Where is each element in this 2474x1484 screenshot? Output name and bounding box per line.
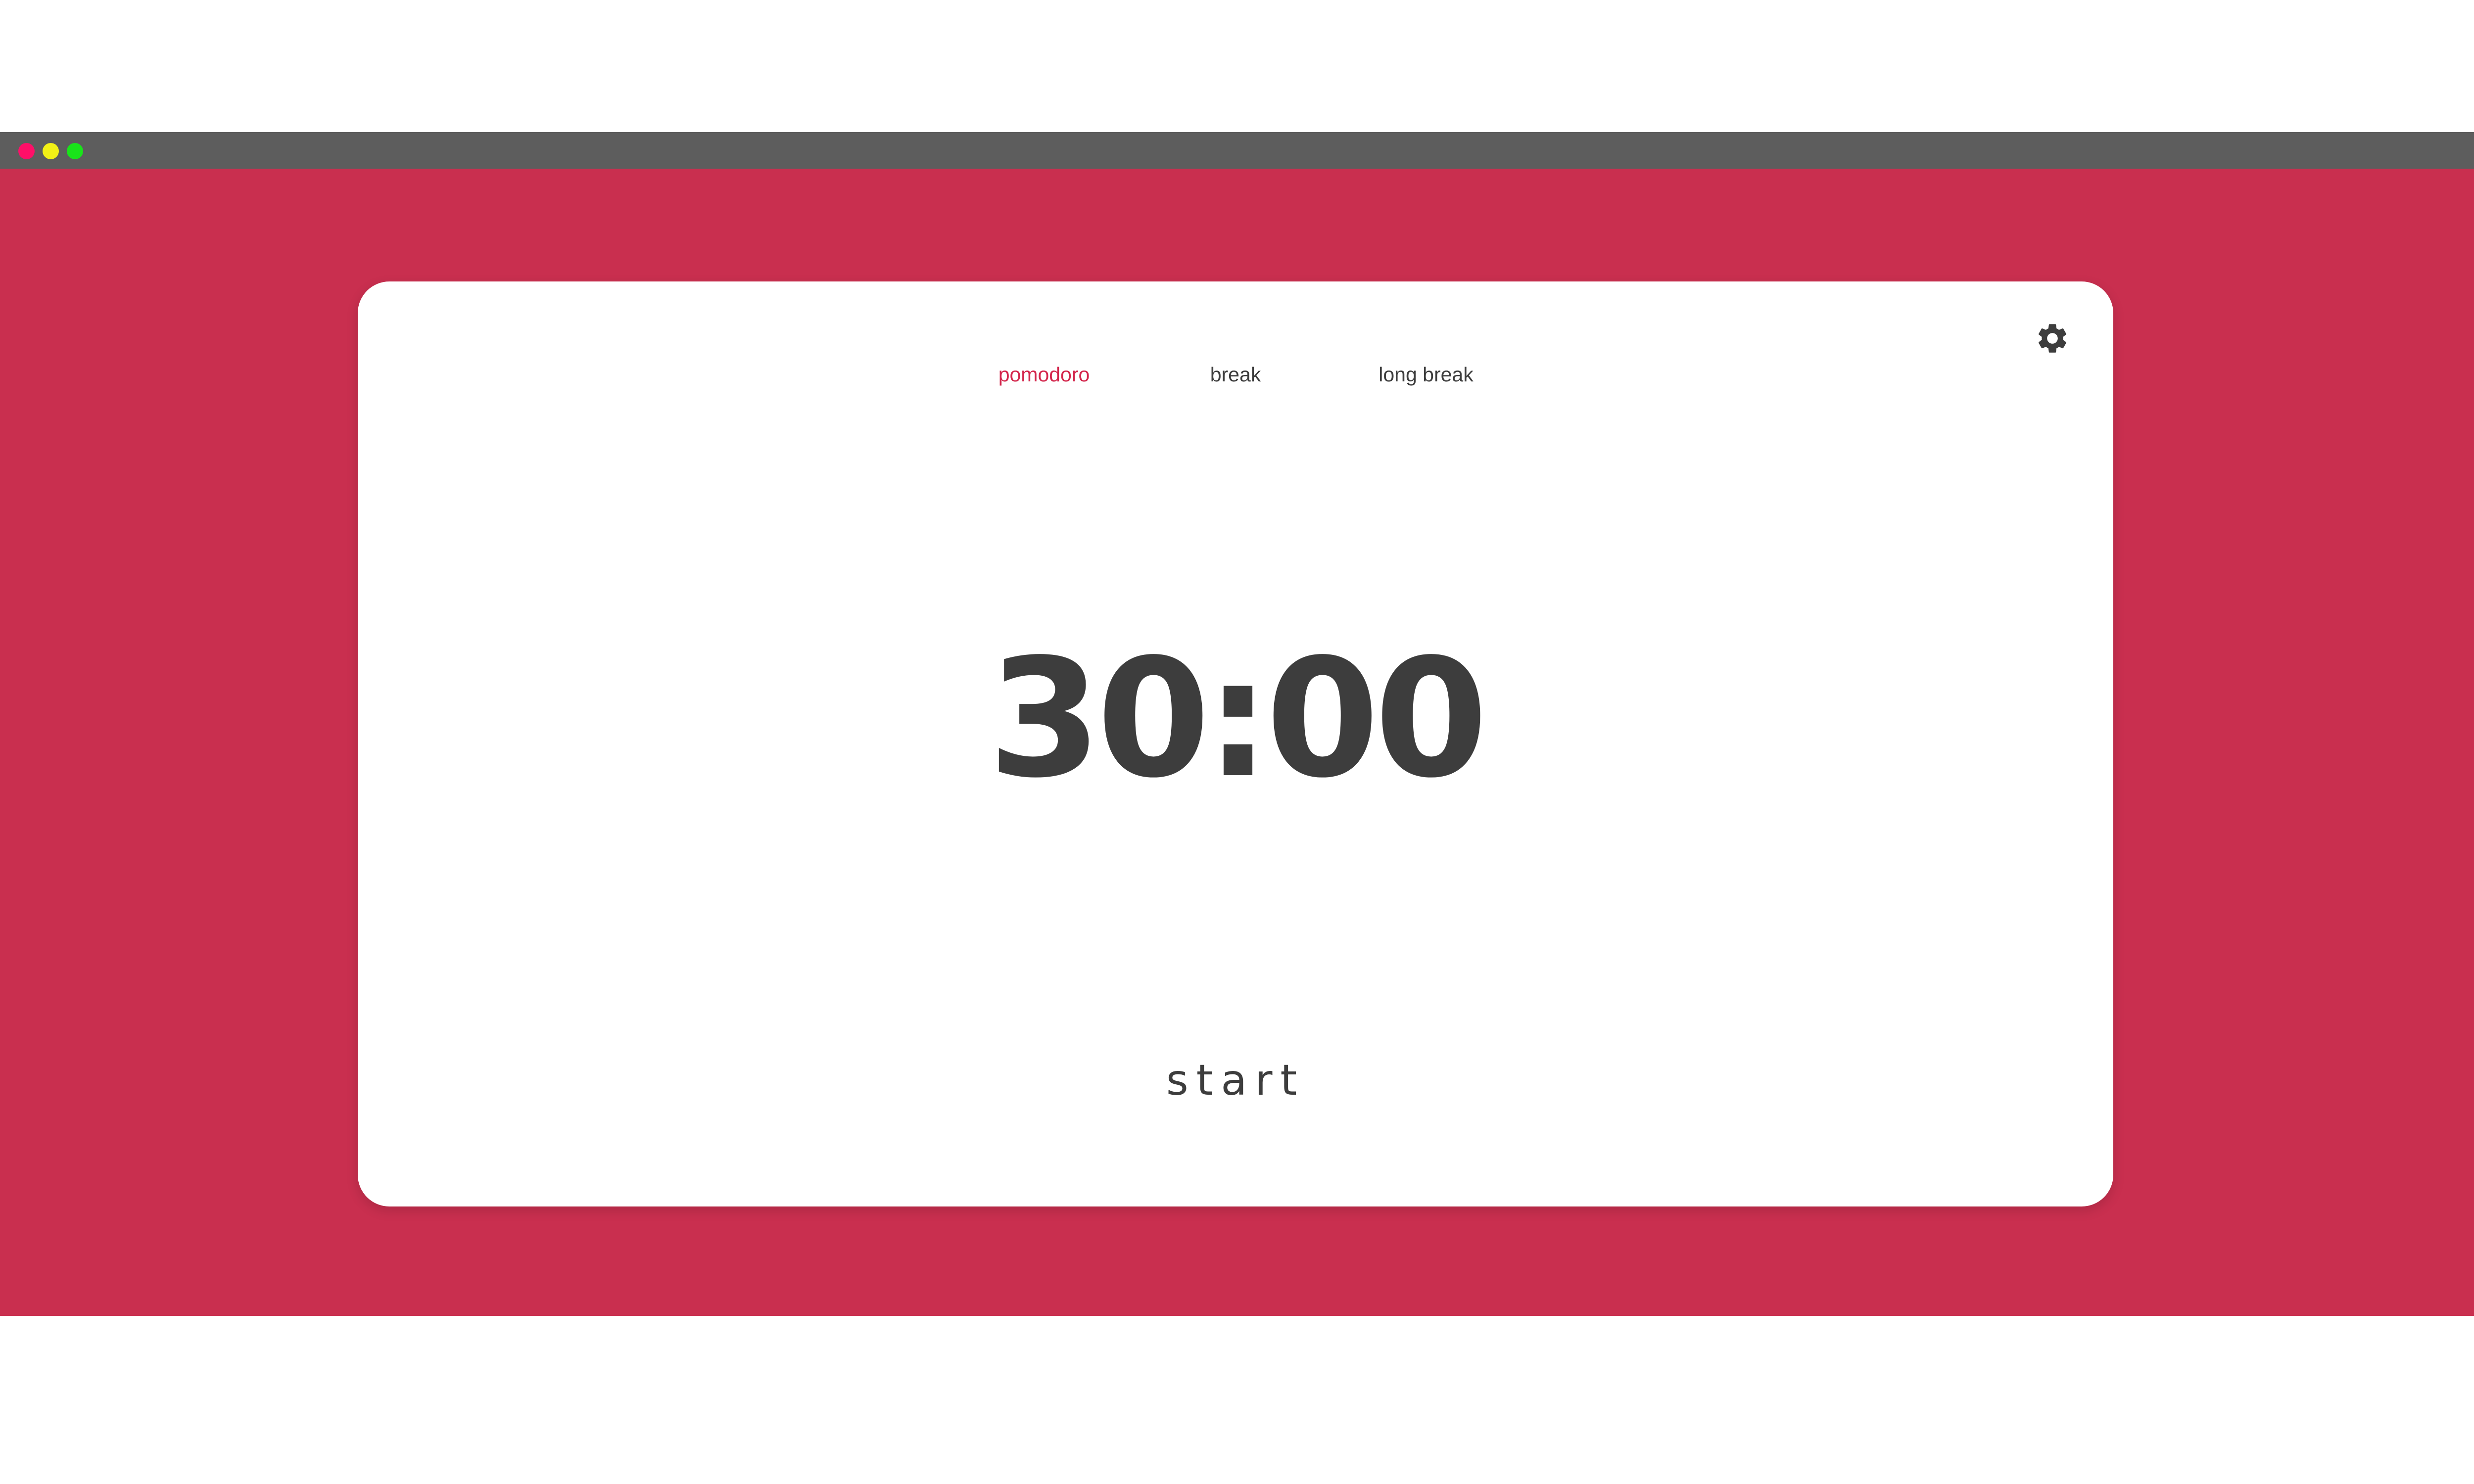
window-close-button[interactable] <box>18 143 35 159</box>
timer-card: pomodoro break long break 30:00 start <box>358 281 2113 1206</box>
settings-button[interactable] <box>2035 321 2070 356</box>
window-titlebar <box>0 132 2474 169</box>
tab-break[interactable]: break <box>1210 363 1261 386</box>
tab-long-break[interactable]: long break <box>1379 363 1473 386</box>
window-maximize-button[interactable] <box>67 143 83 159</box>
window-minimize-button[interactable] <box>43 143 59 159</box>
gear-icon <box>2035 321 2070 356</box>
start-button[interactable]: start <box>1166 1056 1305 1105</box>
mode-tabs: pomodoro break long break <box>358 363 2113 398</box>
timer-display: 30:00 <box>988 624 1488 814</box>
app-background: pomodoro break long break 30:00 start <box>0 169 2474 1316</box>
tab-pomodoro[interactable]: pomodoro <box>999 363 1090 386</box>
browser-window: pomodoro break long break 30:00 start <box>0 132 2474 1316</box>
